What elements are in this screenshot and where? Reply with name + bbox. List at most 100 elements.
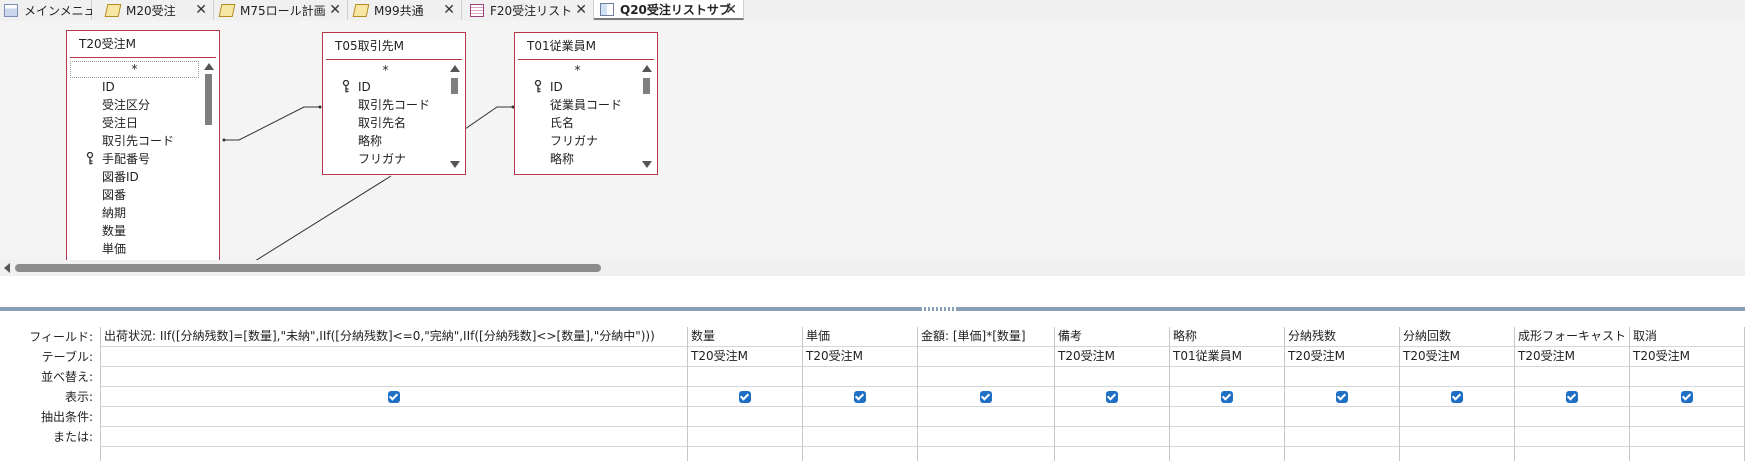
grid-cell-table[interactable]: T20受注M bbox=[803, 347, 917, 367]
grid-cell-field[interactable]: 出荷状況: IIf([分納残数]=[数量],"未納",IIf([分納残数]<=0… bbox=[101, 327, 687, 347]
field-item[interactable]: 納期 bbox=[70, 204, 199, 222]
grid-cell-table[interactable]: T20受注M bbox=[1285, 347, 1399, 367]
field-item[interactable]: フリガナ bbox=[326, 150, 445, 168]
grid-cell-table[interactable] bbox=[918, 347, 1054, 367]
scroll-thumb[interactable] bbox=[15, 264, 601, 272]
field-item[interactable]: 従業員コード bbox=[518, 96, 637, 114]
grid-cell-show[interactable] bbox=[918, 387, 1054, 407]
grid-cell-or[interactable] bbox=[1055, 427, 1169, 447]
field-item[interactable]: ID bbox=[70, 78, 199, 96]
grid-cell-or[interactable] bbox=[1515, 427, 1629, 447]
grid-cell-field[interactable]: 数量 bbox=[688, 327, 802, 347]
table-title[interactable]: T20受注M bbox=[70, 31, 216, 58]
field-item-primary-key[interactable]: ID bbox=[518, 78, 637, 96]
show-checkbox-checked[interactable] bbox=[1221, 391, 1233, 403]
field-item[interactable]: * bbox=[518, 63, 637, 78]
field-item[interactable]: 図番 bbox=[70, 186, 199, 204]
grid-cell-sort[interactable] bbox=[1285, 367, 1399, 387]
close-icon[interactable]: ✕ bbox=[575, 2, 587, 18]
close-icon[interactable]: ✕ bbox=[725, 2, 737, 18]
grid-cell-sort[interactable] bbox=[1630, 367, 1744, 387]
grid-column[interactable]: 分納残数 T20受注M bbox=[1285, 327, 1400, 461]
grid-cell-show[interactable] bbox=[101, 387, 687, 407]
grid-cell-field[interactable]: 分納回数 bbox=[1400, 327, 1514, 347]
tab-f20-order-list[interactable]: F20受注リスト ✕ bbox=[462, 0, 594, 20]
grid-cell-criteria[interactable] bbox=[803, 407, 917, 427]
grid-cell-show[interactable] bbox=[688, 387, 802, 407]
grid-cell-show[interactable] bbox=[1400, 387, 1514, 407]
field-item[interactable]: * bbox=[70, 61, 199, 78]
grid-cell-show[interactable] bbox=[1630, 387, 1744, 407]
grid-cell-sort[interactable] bbox=[803, 367, 917, 387]
grid-column[interactable]: 取消 T20受注M bbox=[1630, 327, 1745, 461]
show-checkbox-checked[interactable] bbox=[388, 391, 400, 403]
grid-cell-field[interactable]: 略称 bbox=[1170, 327, 1284, 347]
grid-column[interactable]: 数量 T20受注M bbox=[688, 327, 803, 461]
grid-column[interactable]: 出荷状況: IIf([分納残数]=[数量],"未納",IIf([分納残数]<=0… bbox=[101, 327, 688, 461]
scroll-up-arrow-icon[interactable] bbox=[642, 65, 652, 72]
field-list-t20-juchu[interactable]: T20受注M * ID 受注区分 受注日 取引先コード 手配番号 図番ID 図番… bbox=[66, 30, 220, 275]
grid-cell-or[interactable] bbox=[1170, 427, 1284, 447]
grid-column[interactable]: 備考 T20受注M bbox=[1055, 327, 1170, 461]
show-checkbox-checked[interactable] bbox=[1106, 391, 1118, 403]
tab-m20-juchu[interactable]: M20受注 ✕ bbox=[92, 0, 214, 20]
show-checkbox-checked[interactable] bbox=[1681, 391, 1693, 403]
grid-column[interactable]: 成形フォーキャスト T20受注M bbox=[1515, 327, 1630, 461]
field-item[interactable]: 取引先コード bbox=[326, 96, 445, 114]
field-item[interactable]: 取引先コード bbox=[70, 132, 199, 150]
grid-cell-criteria[interactable] bbox=[1400, 407, 1514, 427]
grid-cell-criteria[interactable] bbox=[918, 407, 1054, 427]
query-design-surface[interactable]: T20受注M * ID 受注区分 受注日 取引先コード 手配番号 図番ID 図番… bbox=[0, 21, 1745, 276]
grid-cell-or[interactable] bbox=[803, 427, 917, 447]
grid-cell-or[interactable] bbox=[1285, 427, 1399, 447]
grid-cell-table[interactable]: T01従業員M bbox=[1170, 347, 1284, 367]
grid-cell-sort[interactable] bbox=[101, 367, 687, 387]
grid-cell-criteria[interactable] bbox=[1170, 407, 1284, 427]
show-checkbox-checked[interactable] bbox=[854, 391, 866, 403]
field-list-scrollbar[interactable] bbox=[203, 63, 215, 268]
grid-cell-field[interactable]: 備考 bbox=[1055, 327, 1169, 347]
grid-cell-or[interactable] bbox=[101, 427, 687, 447]
close-icon[interactable]: ✕ bbox=[195, 2, 207, 18]
grid-column[interactable]: 略称 T01従業員M bbox=[1170, 327, 1285, 461]
join-line-t05-t01[interactable] bbox=[464, 106, 513, 130]
grid-cell-table[interactable]: T20受注M bbox=[1055, 347, 1169, 367]
grid-cell-sort[interactable] bbox=[1170, 367, 1284, 387]
grid-cell-criteria[interactable] bbox=[101, 407, 687, 427]
scroll-down-arrow-icon[interactable] bbox=[450, 161, 460, 168]
grid-cell-criteria[interactable] bbox=[688, 407, 802, 427]
field-item[interactable]: 受注日 bbox=[70, 114, 199, 132]
scroll-up-arrow-icon[interactable] bbox=[450, 65, 460, 72]
grid-cell-criteria[interactable] bbox=[1285, 407, 1399, 427]
tab-main-menu[interactable]: メインメニュー bbox=[0, 0, 108, 20]
show-checkbox-checked[interactable] bbox=[1451, 391, 1463, 403]
grid-cell-table[interactable]: T20受注M bbox=[1630, 347, 1744, 367]
show-checkbox-checked[interactable] bbox=[1566, 391, 1578, 403]
grid-cell-table[interactable]: T20受注M bbox=[688, 347, 802, 367]
grid-cell-sort[interactable] bbox=[1400, 367, 1514, 387]
grid-cell-or[interactable] bbox=[918, 427, 1054, 447]
grid-cell-criteria[interactable] bbox=[1055, 407, 1169, 427]
tab-m75-roll-plan[interactable]: M75ロール計画 ✕ bbox=[214, 0, 348, 20]
scroll-thumb[interactable] bbox=[643, 78, 650, 94]
grid-cell-table[interactable]: T20受注M bbox=[1515, 347, 1629, 367]
field-list-scrollbar[interactable] bbox=[641, 65, 653, 168]
scroll-left-arrow-icon[interactable] bbox=[4, 263, 10, 273]
grid-cell-sort[interactable] bbox=[1515, 367, 1629, 387]
tab-q20-order-list-sub[interactable]: Q20受注リストサブ ✕ bbox=[594, 0, 744, 20]
grid-column[interactable]: 金額: [単価]*[数量] bbox=[918, 327, 1055, 461]
field-item[interactable]: 図番ID bbox=[70, 168, 199, 186]
close-icon[interactable]: ✕ bbox=[443, 2, 455, 18]
grid-cell-sort[interactable] bbox=[1055, 367, 1169, 387]
design-horizontal-scrollbar[interactable] bbox=[0, 260, 1745, 276]
field-item[interactable]: 単価 bbox=[70, 240, 199, 258]
grid-cell-criteria[interactable] bbox=[1630, 407, 1744, 427]
grid-column[interactable]: 単価 T20受注M bbox=[803, 327, 918, 461]
grid-cell-field[interactable]: 金額: [単価]*[数量] bbox=[918, 327, 1054, 347]
field-item[interactable]: 氏名 bbox=[518, 114, 637, 132]
grid-cell-table[interactable] bbox=[101, 347, 687, 367]
grid-cell-field[interactable]: 単価 bbox=[803, 327, 917, 347]
grid-cell-field[interactable]: 分納残数 bbox=[1285, 327, 1399, 347]
field-item-primary-key[interactable]: 手配番号 bbox=[70, 150, 199, 168]
table-title[interactable]: T05取引先M bbox=[326, 33, 462, 60]
